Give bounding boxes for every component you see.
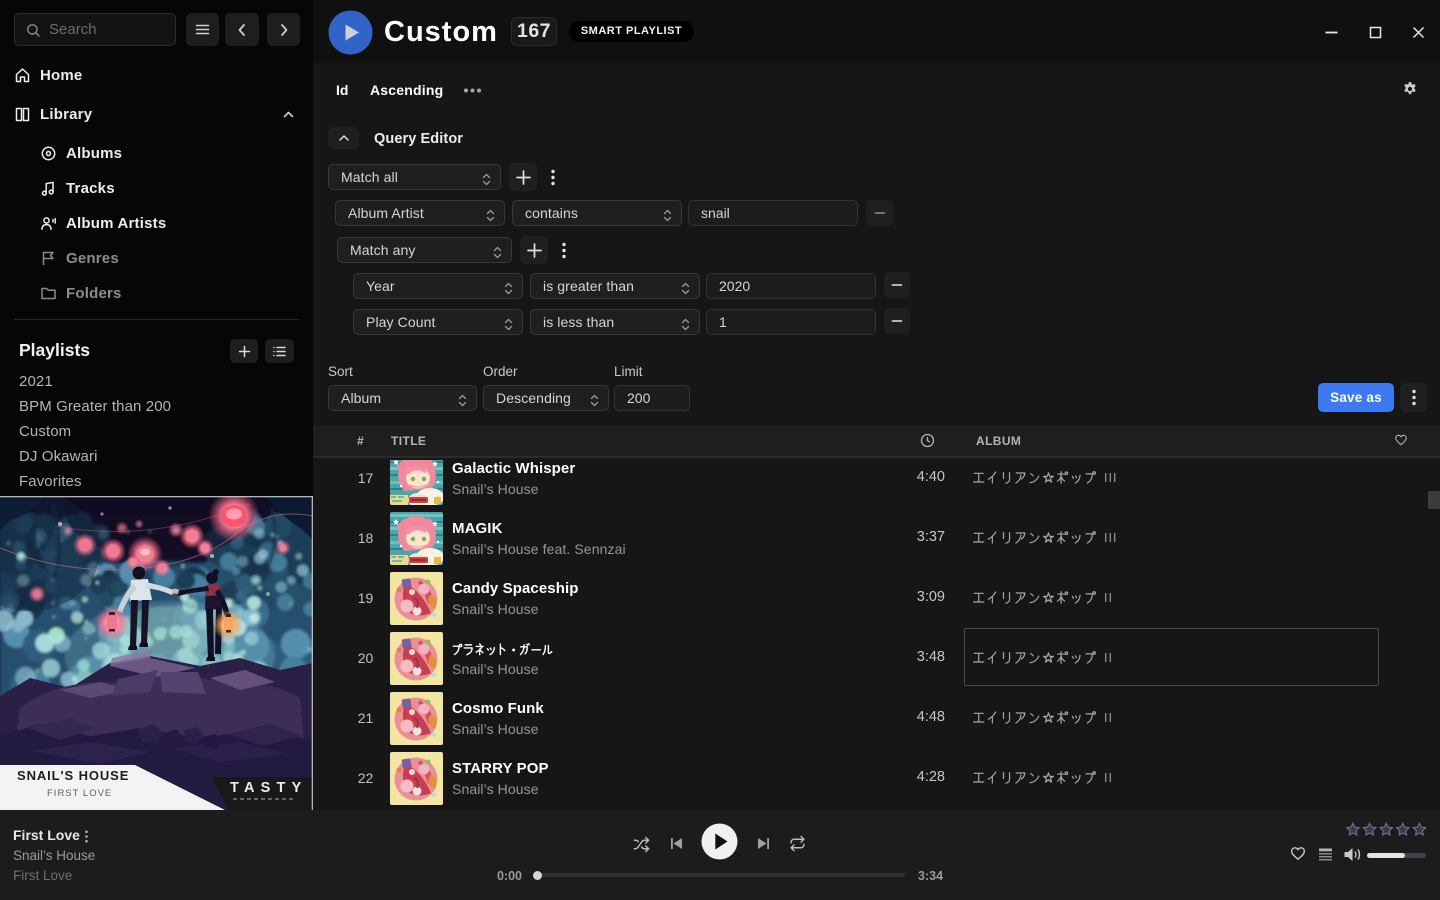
svg-text:FIRST LOVE: FIRST LOVE [47, 788, 112, 799]
svg-text:SNAIL'S HOUSE: SNAIL'S HOUSE [17, 768, 129, 783]
svg-text:TASTY: TASTY [230, 780, 307, 796]
